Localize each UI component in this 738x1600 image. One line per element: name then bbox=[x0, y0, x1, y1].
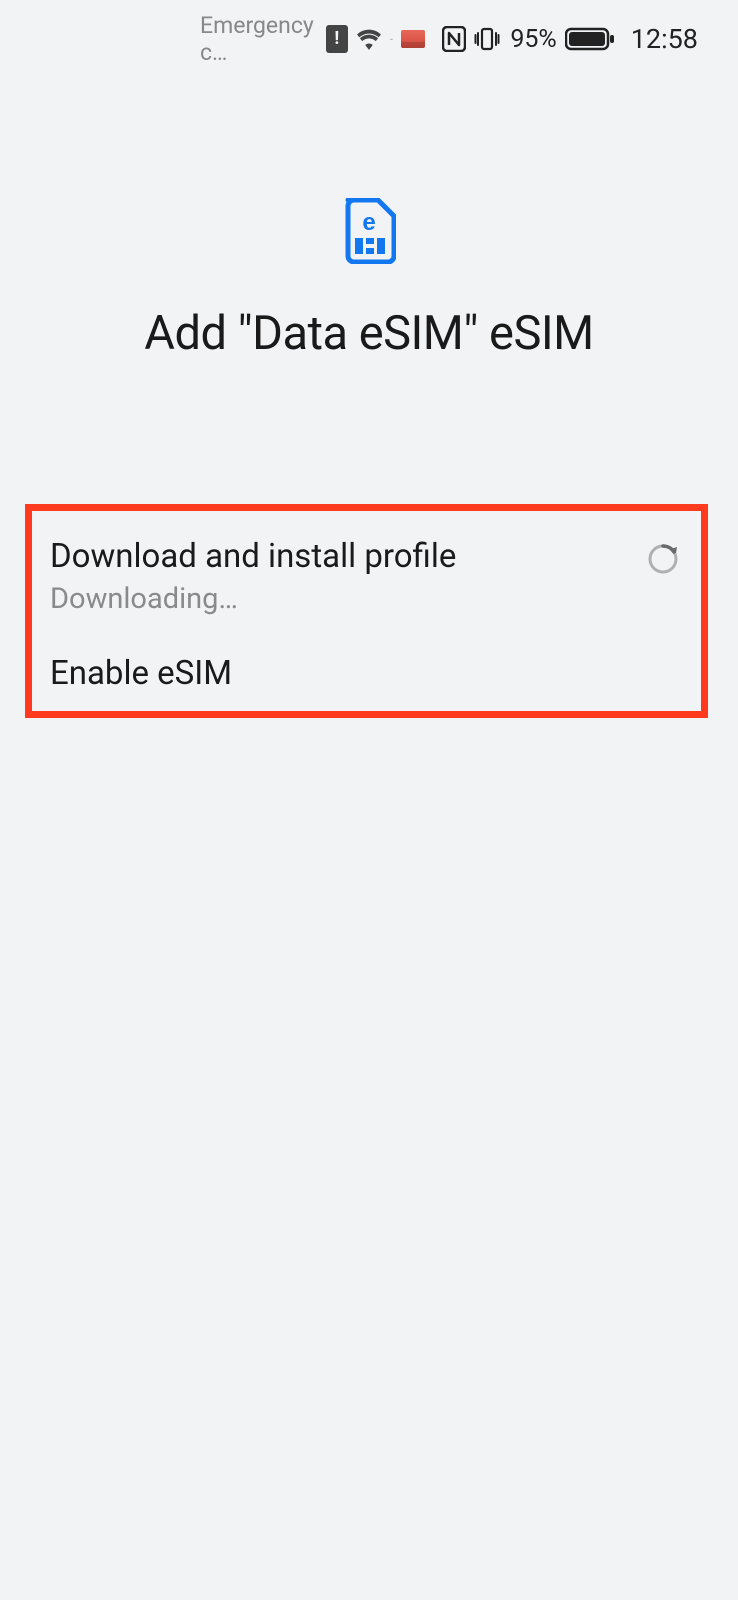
step-download: Download and install profile Downloading… bbox=[50, 537, 683, 616]
page-title: Add "Data eSIM" eSIM bbox=[0, 306, 738, 361]
status-clock: 12:58 bbox=[631, 23, 698, 55]
esim-icon: e bbox=[342, 198, 396, 268]
battery-percent: 95% bbox=[510, 25, 556, 54]
step-enable: Enable eSIM bbox=[50, 654, 683, 693]
wifi-icon bbox=[356, 28, 382, 50]
svg-text:e: e bbox=[362, 209, 375, 236]
header: e Add "Data eSIM" eSIM bbox=[0, 78, 738, 361]
app-badge-icon bbox=[401, 30, 425, 48]
loading-spinner-icon bbox=[647, 543, 679, 575]
battery-icon bbox=[565, 27, 615, 51]
vibrate-icon bbox=[474, 26, 500, 52]
sim-alert-icon bbox=[326, 25, 348, 53]
step-enable-title: Enable eSIM bbox=[50, 654, 232, 693]
nfc-icon bbox=[442, 26, 466, 52]
step-download-status: Downloading… bbox=[50, 582, 456, 616]
step-download-title: Download and install profile bbox=[50, 537, 456, 576]
carrier-label: Emergency c… bbox=[200, 12, 314, 66]
status-bar: Emergency c… 95% 12:58 bbox=[0, 0, 738, 78]
network-icon bbox=[390, 28, 393, 50]
steps-panel: Download and install profile Downloading… bbox=[25, 504, 708, 718]
